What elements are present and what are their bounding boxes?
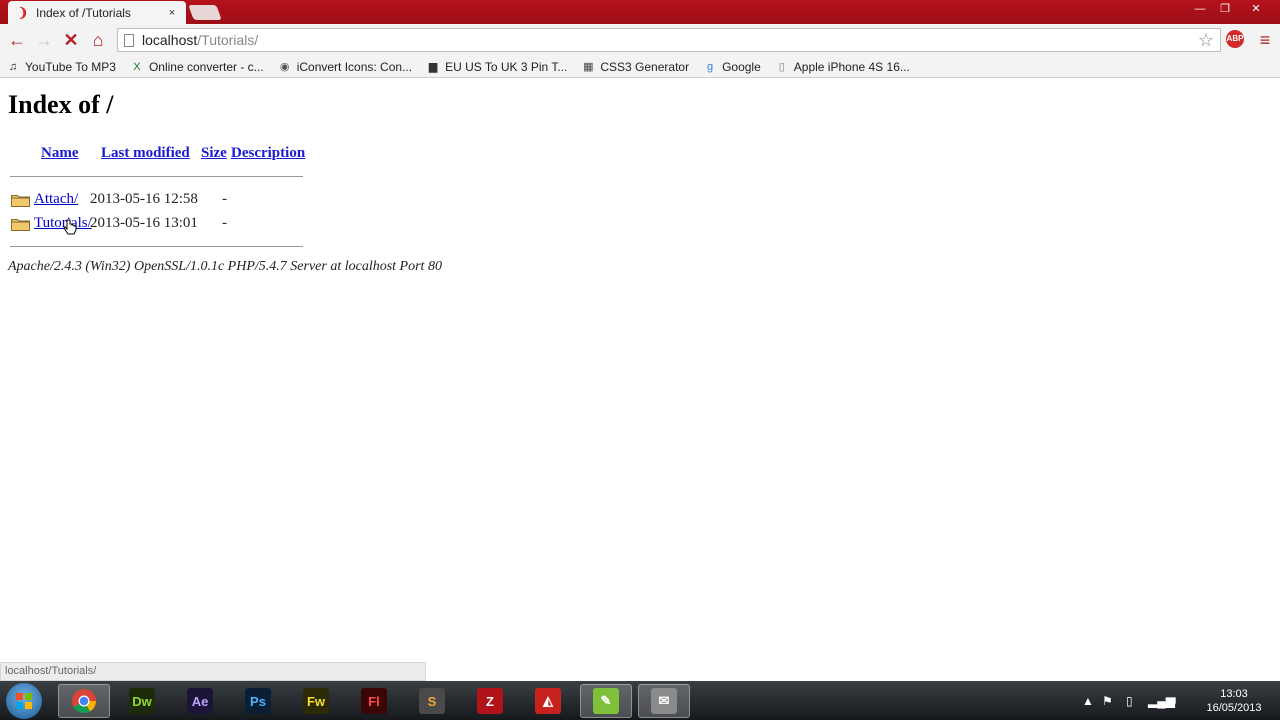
windows-logo-icon [16,693,32,709]
tab-close-icon[interactable]: × [166,7,178,19]
table-row: Attach/ 2013-05-16 12:58 - [10,191,330,213]
css-icon: ▦ [583,60,594,73]
taskbar: Dw Ae Ps Fw Fl S Z ◭ ✎ ✉ ▲ ⚑ ▯ ▂▄▆ 🔈︎ 13:03 16/05… [0,681,1280,720]
bookmark-item[interactable]: ♫ YouTube To MP3 [6,60,116,74]
forward-icon[interactable]: → [33,29,55,51]
column-name-link[interactable]: Name [41,145,79,161]
taskbar-app-sketchup[interactable]: ◭ [522,684,574,718]
title-bar: ❩ Index of /Tutorials × — ❐ ✕ [0,0,1280,24]
taskbar-app-flash[interactable]: Fl [348,684,400,718]
close-window-button[interactable]: ✕ [1240,1,1272,17]
taskbar-app-sublime-text[interactable]: S [406,684,458,718]
maximize-button[interactable]: ❐ [1211,1,1239,17]
status-url: localhost/Tutorials/ [0,662,426,681]
excel-icon: X [133,60,141,73]
bookmark-label: Online converter - c... [148,59,264,74]
bookmark-item[interactable]: ▯ Apple iPhone 4S 16... [775,60,910,74]
action-center-flag-icon[interactable]: ⚑ [1102,681,1113,720]
column-size-link[interactable]: Size [201,145,227,161]
taskbar-app-mail-app[interactable]: ✉ [638,684,690,718]
hand-pointer-cursor-icon [63,219,77,235]
clock-date: 16/05/2013 [1206,702,1262,714]
bookmark-label: YouTube To MP3 [25,59,116,74]
volume-icon[interactable]: 🔈︎ [1172,681,1179,720]
bookmark-label: iConvert Icons: Con... [296,59,413,74]
listing-header: Name Last modified Size Description [10,145,330,165]
folder-icon [11,219,30,231]
photoshop-icon: Ps [245,688,271,714]
bookmarks-bar: ♫ YouTube To MP3 X Online converter - c... ◉… [0,56,1280,78]
sublime-text-icon: S [419,688,445,714]
system-clock[interactable]: 13:03 16/05/2013 [1196,687,1272,715]
taskbar-app-photoshop[interactable]: Ps [232,684,284,718]
page-icon [124,33,134,47]
server-signature: Apache/2.4.3 (Win32) OpenSSL/1.0.1c PHP/… [8,259,442,274]
tab-title: Index of /Tutorials [36,5,131,20]
music-note-icon: ♫ [8,60,18,73]
minimize-button[interactable]: — [1186,1,1214,17]
taskbar-app-dreamweaver[interactable]: Dw [116,684,168,718]
bookmark-item[interactable]: ◉ iConvert Icons: Con... [278,60,412,74]
directory-link-attach[interactable]: Attach/ [34,191,78,207]
bookmark-label: Google [722,59,761,74]
url-path: /Tutorials/ [197,32,259,48]
page-title: Index of / [8,90,114,119]
bookmark-label: Apple iPhone 4S 16... [793,59,910,74]
google-icon: g [707,60,714,73]
taskbar-app-fireworks[interactable]: Fw [290,684,342,718]
taskbar-app-notepad-chart[interactable]: ✎ [580,684,632,718]
flash-icon: Fl [361,688,387,714]
folder-icon [11,195,30,207]
sketchup-icon: ◭ [535,688,561,714]
home-icon[interactable]: ⌂ [87,29,109,51]
after-effects-icon: Ae [187,688,213,714]
menu-icon[interactable]: ≡ [1254,29,1276,51]
modified-date: 2013-05-16 12:58 [90,191,198,207]
size-value: - [222,191,227,207]
bookmark-label: EU US To UK 3 Pin T... [445,59,568,74]
filezilla-icon: Z [477,688,503,714]
dreamweaver-icon: Dw [129,688,155,714]
ring-icon: ◉ [279,60,290,73]
start-button[interactable] [6,683,42,719]
network-signal-icon[interactable]: ▂▄▆ [1148,681,1175,720]
address-bar[interactable]: localhost /Tutorials/ ☆ [117,28,1221,52]
url-host: localhost [142,32,198,48]
back-icon[interactable]: ← [6,29,28,51]
bookmark-label: CSS3 Generator [600,59,690,74]
size-value: - [222,215,227,231]
bookmark-item[interactable]: g Google [703,60,761,74]
fireworks-icon: Fw [303,688,329,714]
taskbar-app-chrome[interactable] [58,684,110,718]
bookmark-item[interactable]: ▆ EU US To UK 3 Pin T... [426,59,568,74]
clock-time: 13:03 [1220,688,1248,700]
loading-favicon-icon: ❩ [17,4,29,20]
chrome-icon [71,688,97,714]
page-icon: ▯ [778,60,785,73]
tab-index-tutorials[interactable]: ❩ Index of /Tutorials × [8,1,186,24]
extension-abp-icon[interactable]: ABP [1226,30,1244,48]
new-tab-button[interactable] [188,5,222,20]
taskbar-app-after-effects[interactable]: Ae [174,684,226,718]
show-hidden-icons-button[interactable]: ▲ [1082,681,1094,720]
page-content: Index of / Name Last modified Size Descr… [0,79,1280,662]
browser-toolbar: ← → ✕ ⌂ localhost /Tutorials/ ☆ ABP ≡ [0,24,1280,56]
taskbar-app-filezilla[interactable]: Z [464,684,516,718]
stop-icon[interactable]: ✕ [60,29,82,51]
bookmark-star-icon[interactable]: ☆ [1198,30,1214,51]
notepad-chart-icon: ✎ [593,688,619,714]
flag-icon: ▆ [428,60,438,73]
bookmark-item[interactable]: ▦ CSS3 Generator [581,60,689,74]
modified-date: 2013-05-16 13:01 [90,215,198,231]
bookmark-item[interactable]: X Online converter - c... [130,59,264,74]
divider [10,176,303,177]
mail-app-icon: ✉ [651,688,677,714]
divider [10,246,303,247]
table-row: Tutorials/ 2013-05-16 13:01 - [10,215,330,237]
column-description-link[interactable]: Description [231,145,305,161]
column-last-modified-link[interactable]: Last modified [101,145,190,161]
battery-icon[interactable]: ▯ [1126,681,1133,720]
